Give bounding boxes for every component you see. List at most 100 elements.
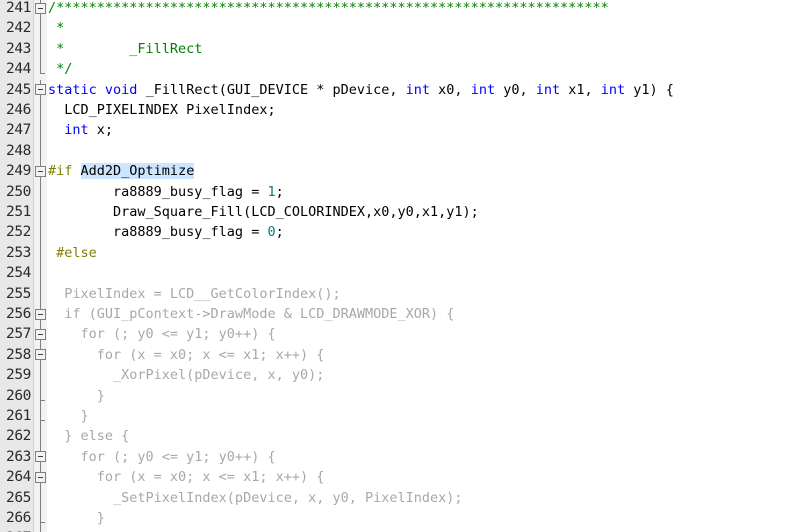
code-line[interactable]: 267 } xyxy=(0,528,809,532)
code-line-text[interactable]: } xyxy=(48,386,809,406)
code-line-text[interactable]: * _FillRect xyxy=(48,39,809,59)
fold-collapse-box-icon[interactable] xyxy=(34,79,47,100)
code-token: int xyxy=(600,81,626,98)
code-line-text[interactable]: PixelIndex = LCD__GetColorIndex(); xyxy=(48,284,809,304)
code-line[interactable]: 263 for (; y0 <= y1; y0++) { xyxy=(0,446,809,468)
code-line[interactable]: 265 _SetPixelIndex(pDevice, x, y0, Pixel… xyxy=(0,487,809,508)
fold-connector-line xyxy=(34,283,47,304)
code-token: for (x = x0; x <= x1; x++) { xyxy=(48,346,325,363)
minus-box-icon[interactable] xyxy=(35,165,46,177)
code-line[interactable]: 255 PixelIndex = LCD__GetColorIndex(); xyxy=(0,283,809,304)
fold-connector-line xyxy=(34,100,47,121)
code-line[interactable]: 253 #else xyxy=(0,242,809,264)
fold-connector-line xyxy=(34,242,47,264)
line-number: 265 xyxy=(6,489,31,506)
minus-box-icon[interactable] xyxy=(35,349,46,361)
code-line[interactable]: 247 int x; xyxy=(0,120,809,141)
code-line-text[interactable]: ra8889_busy_flag = 0; xyxy=(48,222,809,242)
line-number: 241 xyxy=(6,0,31,16)
code-token: if (GUI_pContext->DrawMode & LCD_DRAWMOD… xyxy=(48,306,455,322)
code-line-text[interactable]: _XorPixel(pDevice, x, y0); xyxy=(48,365,809,385)
code-line[interactable]: 243 * _FillRect xyxy=(0,38,809,60)
code-line-text[interactable]: } xyxy=(48,508,809,528)
fold-collapse-box-icon[interactable] xyxy=(34,304,47,325)
code-token: y0, xyxy=(495,81,536,98)
code-line[interactable]: 244 */ xyxy=(0,59,809,79)
code-token: LCD_PIXELINDEX PixelIndex; xyxy=(48,102,276,118)
fold-level-tick-icon xyxy=(34,508,47,529)
fold-connector-line xyxy=(34,365,47,386)
code-line-text[interactable]: _SetPixelIndex(pDevice, x, y0, PixelInde… xyxy=(48,488,809,508)
minus-box-icon[interactable] xyxy=(35,471,46,483)
fold-connector-line xyxy=(40,18,41,39)
code-line[interactable]: 250 ra8889_busy_flag = 1; xyxy=(0,181,809,202)
code-token: y1) { xyxy=(625,81,674,98)
code-line[interactable]: 258 for (x = x0; x <= x1; x++) { xyxy=(0,344,809,366)
code-line-text[interactable]: #if Add2D_Optimize xyxy=(48,161,809,181)
code-line-text[interactable]: } xyxy=(48,528,809,532)
code-line[interactable]: 248 xyxy=(0,140,809,162)
fold-collapse-box-icon[interactable] xyxy=(34,324,47,345)
line-number: 251 xyxy=(6,204,31,220)
code-line-text[interactable]: static void _FillRect(GUI_DEVICE * pDevi… xyxy=(48,80,809,100)
code-line[interactable]: 249 #if Add2D_Optimize xyxy=(0,161,809,182)
minus-box-icon[interactable] xyxy=(35,451,46,463)
minus-box-icon[interactable] xyxy=(35,84,46,96)
code-line-text[interactable]: ra8889_busy_flag = 1; xyxy=(48,182,809,202)
line-number: 246 xyxy=(6,102,31,118)
code-line-text[interactable]: int x; xyxy=(48,120,809,140)
fold-collapse-box-icon[interactable] xyxy=(34,161,47,182)
highlighted-token: Add2D_Optimize xyxy=(80,163,195,180)
line-number: 247 xyxy=(6,122,31,139)
code-line[interactable]: 262 } else { xyxy=(0,426,809,447)
minus-box-icon[interactable] xyxy=(35,2,46,14)
code-line-text[interactable]: if (GUI_pContext->DrawMode & LCD_DRAWMOD… xyxy=(48,304,809,324)
minus-box-icon[interactable] xyxy=(35,328,46,340)
code-line[interactable]: 261 } xyxy=(0,406,809,427)
code-line[interactable]: 242 * xyxy=(0,18,809,39)
code-line-text[interactable]: Draw_Square_Fill(LCD_COLORINDEX,x0,y0,x1… xyxy=(48,202,809,222)
line-number: 257 xyxy=(6,326,31,343)
code-editor[interactable]: 241 /************************************… xyxy=(0,0,809,532)
fold-connector-line xyxy=(40,38,41,60)
code-line-text[interactable]: for (x = x0; x <= x1; x++) { xyxy=(48,345,809,365)
fold-collapse-box-icon[interactable] xyxy=(34,0,47,19)
fold-end-marker-icon xyxy=(34,59,47,79)
fold-connector-line xyxy=(34,202,47,223)
fold-collapse-box-icon[interactable] xyxy=(34,467,47,488)
code-line[interactable]: 259 _XorPixel(pDevice, x, y0); xyxy=(0,365,809,386)
code-line-text[interactable]: */ xyxy=(48,59,809,79)
code-line-text[interactable]: } xyxy=(48,406,809,426)
code-line-text[interactable]: for (x = x0; x <= x1; x++) { xyxy=(48,467,809,487)
code-line[interactable]: 246 LCD_PIXELINDEX PixelIndex; xyxy=(0,100,809,121)
line-number: 244 xyxy=(6,61,31,78)
minus-box-icon[interactable] xyxy=(35,308,46,320)
code-line[interactable]: 252 ra8889_busy_flag = 0; xyxy=(0,222,809,243)
code-token: ; xyxy=(275,224,284,241)
code-line-text[interactable]: } else { xyxy=(48,426,809,446)
code-token: } xyxy=(48,510,105,526)
fold-collapse-box-icon[interactable] xyxy=(34,446,47,468)
code-token: } else { xyxy=(48,428,130,445)
code-line-text[interactable]: * xyxy=(48,18,809,38)
code-line-text[interactable]: for (; y0 <= y1; y0++) { xyxy=(48,324,809,344)
fold-collapse-box-icon[interactable] xyxy=(34,344,47,366)
code-line-text[interactable]: #else xyxy=(48,243,809,263)
code-line-text[interactable]: LCD_PIXELINDEX PixelIndex; xyxy=(48,100,809,120)
code-line[interactable]: 266 } xyxy=(0,508,809,529)
code-line[interactable]: 256 if (GUI_pContext->DrawMode & LCD_DRA… xyxy=(0,304,809,325)
code-line[interactable]: 241 /************************************… xyxy=(0,0,809,19)
code-line[interactable]: 260 } xyxy=(0,385,809,406)
fold-connector-line xyxy=(40,487,41,508)
code-line[interactable]: 264 for (x = x0; x <= x1; x++) { xyxy=(0,467,809,488)
line-number: 266 xyxy=(6,510,31,526)
code-line-text[interactable]: for (; y0 <= y1; y0++) { xyxy=(48,447,809,467)
code-text-area[interactable]: 241 /************************************… xyxy=(0,0,809,532)
code-line[interactable]: 245 static void _FillRect(GUI_DEVICE * pD… xyxy=(0,79,809,100)
code-line[interactable]: 251 Draw_Square_Fill(LCD_COLORINDEX,x0,y… xyxy=(0,202,809,223)
code-line[interactable]: 257 for (; y0 <= y1; y0++) { xyxy=(0,324,809,345)
code-line[interactable]: 254 xyxy=(0,263,809,284)
code-token: int xyxy=(405,81,431,98)
code-line-text[interactable]: /***************************************… xyxy=(48,0,809,18)
